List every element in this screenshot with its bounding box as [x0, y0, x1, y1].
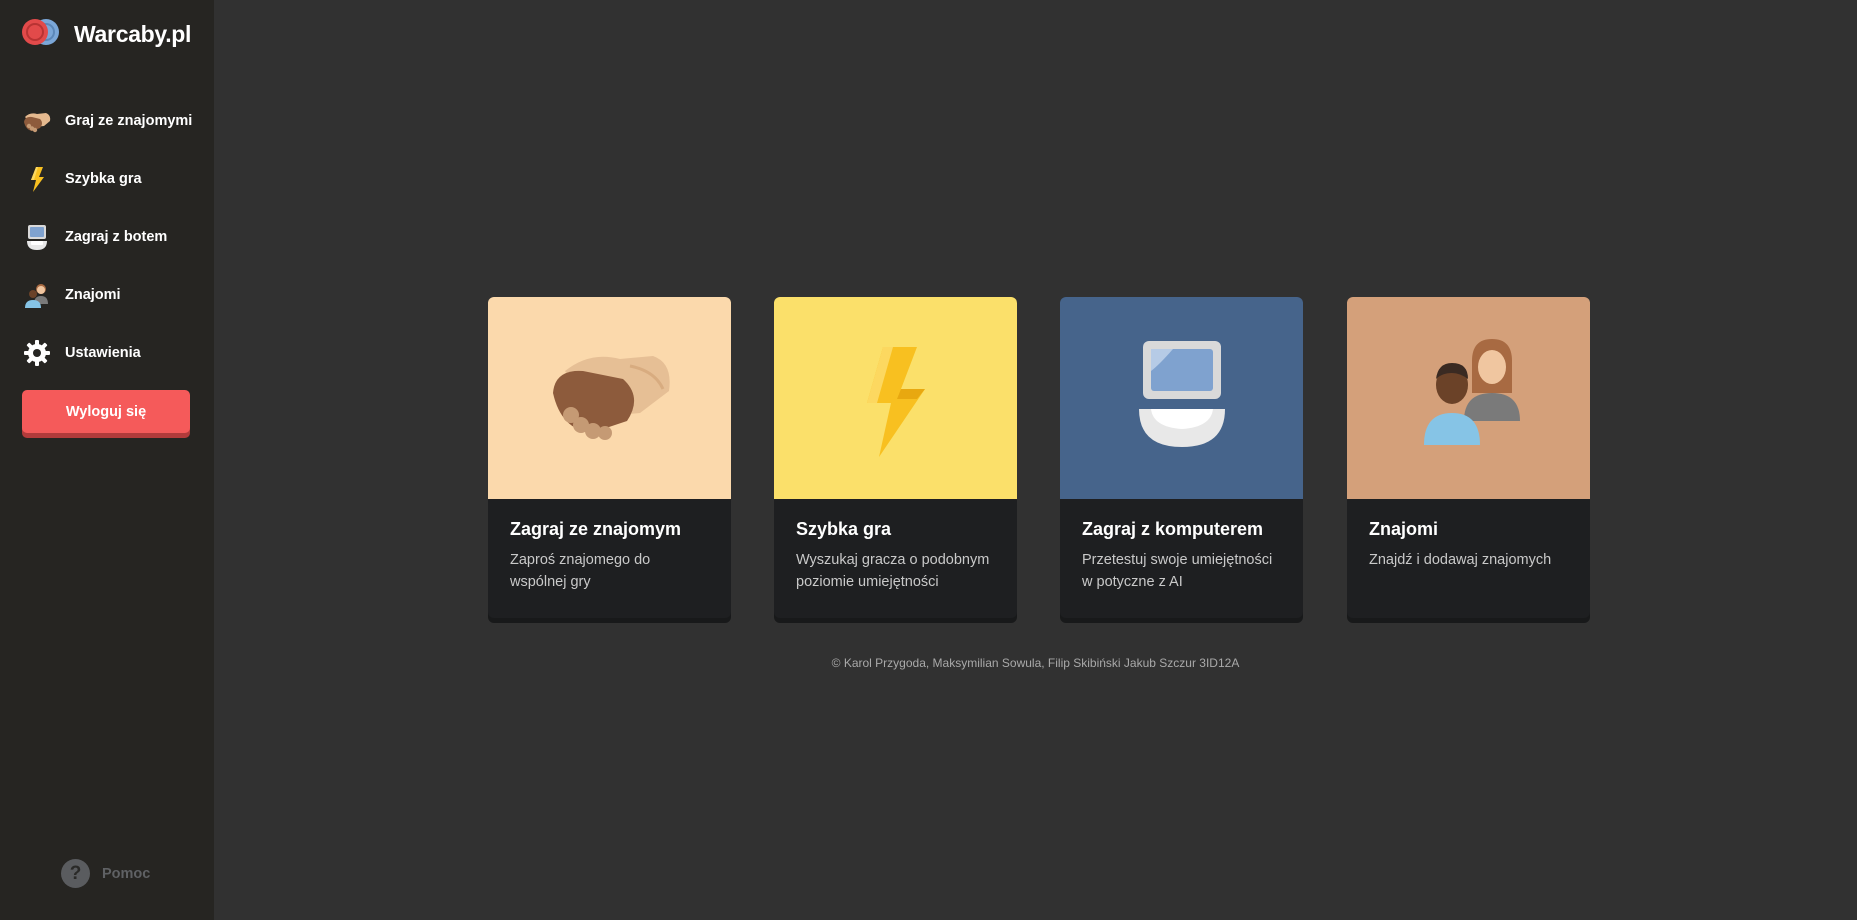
- card-quick-game[interactable]: Szybka gra Wyszukaj gracza o podobnym po…: [774, 297, 1017, 618]
- card-description: Wyszukaj gracza o podobnym poziomie umie…: [796, 552, 990, 590]
- gear-icon: [22, 338, 52, 368]
- sidebar-item-quick-game[interactable]: Szybka gra: [0, 150, 214, 208]
- sidebar-item-label: Graj ze znajomymi: [65, 113, 193, 129]
- card-title: Szybka gra: [796, 519, 892, 539]
- card-description: Przetestuj swoje umiejętności w potyczne…: [1082, 552, 1273, 590]
- logo[interactable]: Warcaby.pl: [20, 14, 191, 55]
- friends-icon: [22, 280, 52, 310]
- sidebar-item-label: Znajomi: [65, 287, 121, 303]
- sidebar-item-play-with-friends[interactable]: Graj ze znajomymi: [0, 92, 214, 150]
- card-image: [1060, 297, 1303, 499]
- card-image: [488, 297, 731, 499]
- computer-icon: [1107, 321, 1257, 476]
- footer-credits: © Karol Przygoda, Maksymilian Sowula, Fi…: [831, 656, 1240, 670]
- checkers-logo-icon: [20, 14, 62, 55]
- app-name: Warcaby.pl: [74, 21, 192, 47]
- card-body: Szybka gra Wyszukaj gracza o podobnym po…: [774, 499, 1017, 593]
- computer-icon: [22, 222, 52, 252]
- lightning-icon: [821, 321, 971, 476]
- sidebar-nav: Graj ze znajomymi Szybka gra Zagraj z bo…: [0, 92, 214, 382]
- sidebar: Warcaby.pl Graj ze znajomymi Szybka gra …: [0, 0, 214, 920]
- card-friends[interactable]: Znajomi Znajdź i dodawaj znajomych: [1347, 297, 1590, 618]
- sidebar-item-label: Ustawienia: [65, 345, 141, 361]
- sidebar-item-settings[interactable]: Ustawienia: [0, 324, 214, 382]
- sidebar-item-play-bot[interactable]: Zagraj z botem: [0, 208, 214, 266]
- help-link[interactable]: ? Pomoc: [61, 859, 150, 888]
- card-title: Znajomi: [1369, 519, 1439, 539]
- card-image: [774, 297, 1017, 499]
- sidebar-item-label: Szybka gra: [65, 171, 142, 187]
- sidebar-item-friends[interactable]: Znajomi: [0, 266, 214, 324]
- sidebar-item-label: Zagraj z botem: [65, 229, 168, 245]
- card-title: Zagraj ze znajomym: [510, 519, 682, 539]
- lightning-icon: [22, 164, 52, 194]
- card-play-with-friend[interactable]: Zagraj ze znajomym Zaproś znajomego do w…: [488, 297, 731, 618]
- handshake-icon: [535, 321, 685, 476]
- card-body: Zagraj ze znajomym Zaproś znajomego do w…: [488, 499, 731, 593]
- card-play-computer[interactable]: Zagraj z komputerem Przetestuj swoje umi…: [1060, 297, 1303, 618]
- card-description: Zaproś znajomego do wspólnej gry: [510, 552, 651, 590]
- help-label: Pomoc: [102, 865, 151, 882]
- card-title: Zagraj z komputerem: [1082, 519, 1264, 539]
- help-icon: ?: [61, 859, 90, 888]
- card-body: Zagraj z komputerem Przetestuj swoje umi…: [1060, 499, 1303, 593]
- card-body: Znajomi Znajdź i dodawaj znajomych: [1347, 499, 1590, 571]
- card-image: [1347, 297, 1590, 499]
- logout-button[interactable]: Wyloguj się: [22, 390, 190, 433]
- card-description: Znajdź i dodawaj znajomych: [1369, 552, 1552, 568]
- friends-icon: [1394, 321, 1544, 476]
- handshake-icon: [22, 106, 52, 136]
